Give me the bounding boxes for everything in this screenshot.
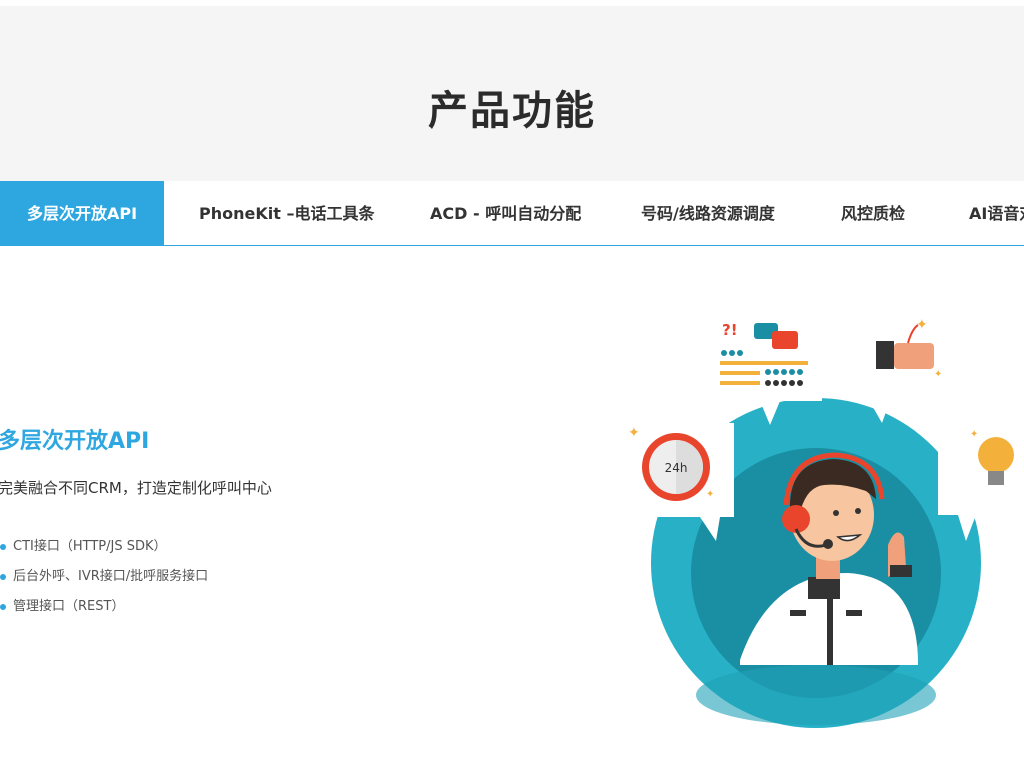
customer-service-illustration: ?! ✦ ✦ 24h ✦ ✦ ✦ (628, 315, 1024, 728)
svg-text:✦: ✦ (916, 317, 928, 333)
list-item-label: 管理接口（REST） (13, 599, 125, 614)
feature-list: CTI接口（HTTP/JS SDK） 后台外呼、IVR接口/批呼服务接口 管理接… (0, 537, 208, 627)
bullet-icon (0, 544, 6, 550)
tab-phonekit[interactable]: PhoneKit –电话工具条 (199, 181, 374, 246)
tab-ai-voice[interactable]: AI语音对 (969, 181, 1024, 246)
tab-open-api[interactable]: 多层次开放API (0, 181, 164, 246)
tab-risk-control[interactable]: 风控质检 (841, 181, 905, 246)
feature-panel: 多层次开放API 完美融合不同CRM，打造定制化呼叫中心 CTI接口（HTTP/… (0, 247, 1024, 768)
tab-acd[interactable]: ACD - 呼叫自动分配 (430, 181, 581, 246)
svg-text:24h: 24h (665, 461, 688, 475)
list-item-label: CTI接口（HTTP/JS SDK） (13, 539, 167, 554)
list-item: 后台外呼、IVR接口/批呼服务接口 (0, 567, 208, 597)
svg-text:✦: ✦ (934, 369, 942, 380)
feature-description: 完美融合不同CRM，打造定制化呼叫中心 (0, 479, 272, 497)
list-item-label: 后台外呼、IVR接口/批呼服务接口 (13, 569, 209, 584)
feature-title: 多层次开放API (0, 429, 150, 454)
svg-text:✦: ✦ (628, 425, 640, 441)
tab-number-routing[interactable]: 号码/线路资源调度 (641, 181, 775, 246)
product-feature-tabs: 多层次开放API PhoneKit –电话工具条 ACD - 呼叫自动分配 号码… (0, 181, 1024, 246)
svg-text:✦: ✦ (970, 429, 978, 440)
svg-text:✦: ✦ (706, 489, 714, 500)
list-item: 管理接口（REST） (0, 597, 208, 627)
svg-text:?!: ?! (722, 321, 738, 339)
bullet-icon (0, 574, 6, 580)
page-hero: 产品功能 (0, 6, 1024, 181)
page-title: 产品功能 (428, 88, 596, 134)
bullet-icon (0, 604, 6, 610)
list-item: CTI接口（HTTP/JS SDK） (0, 537, 208, 567)
